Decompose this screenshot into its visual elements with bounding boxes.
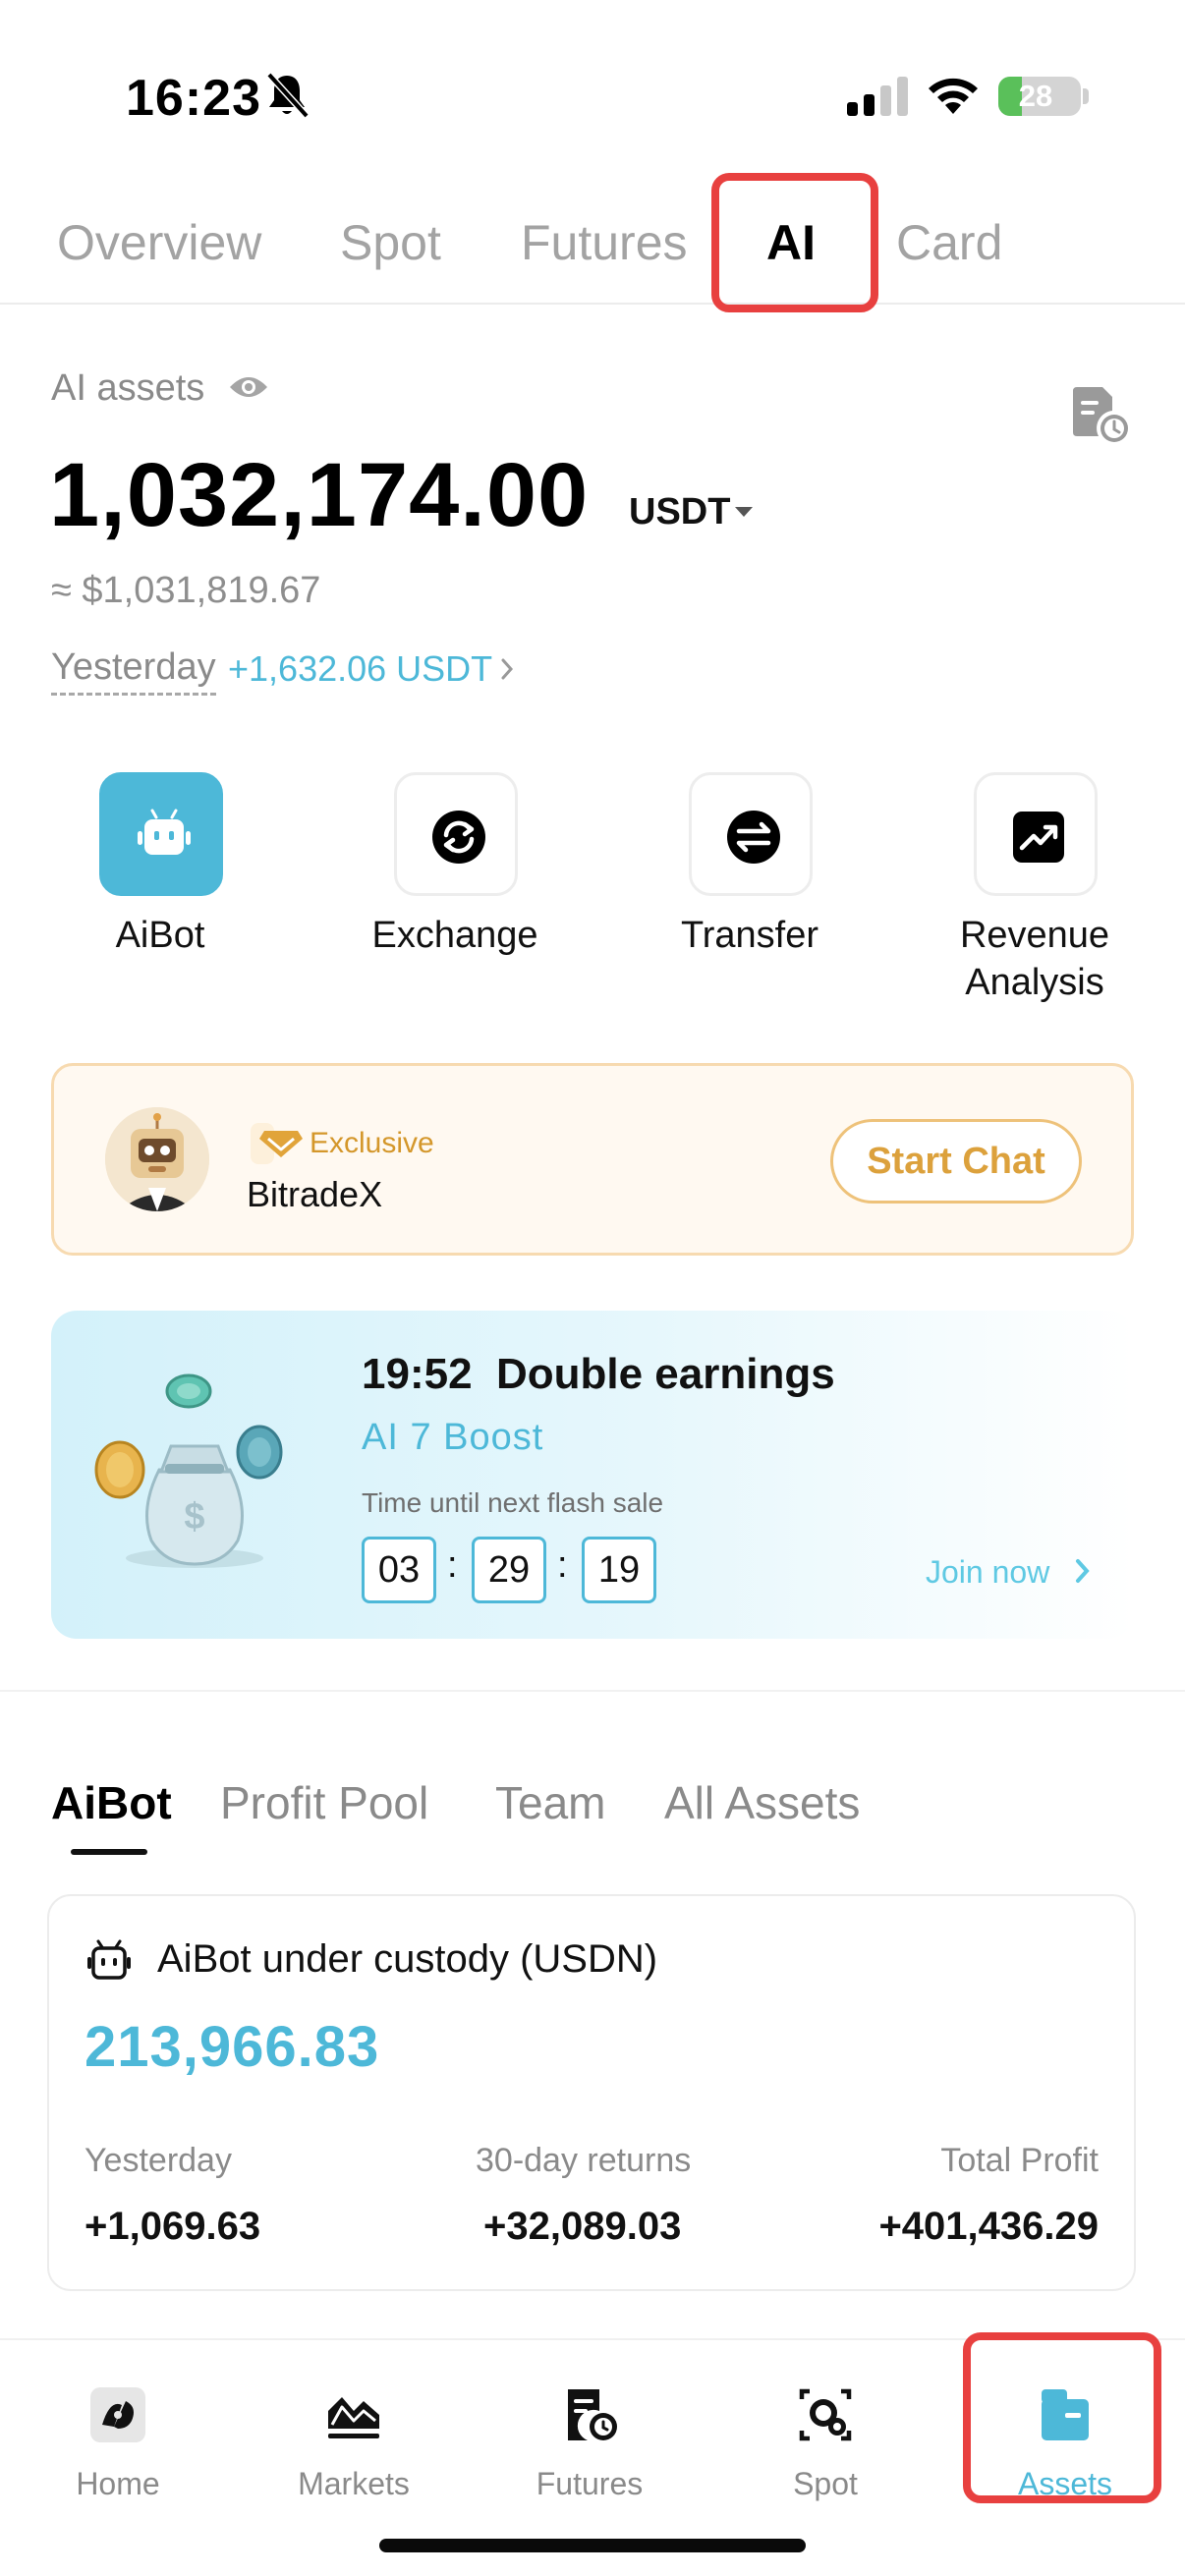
transfer-icon xyxy=(689,772,813,896)
aibot-custody-card[interactable]: AiBot under custody (USDN) 213,966.83 Ye… xyxy=(47,1894,1136,2291)
caret-down-icon[interactable] xyxy=(733,505,755,519)
home-icon xyxy=(90,2387,145,2442)
action-exchange[interactable]: Exchange xyxy=(337,772,573,1018)
tab-futures[interactable]: Futures xyxy=(521,214,688,271)
timer-separator: : xyxy=(557,1544,568,1586)
custody-title: AiBot under custody (USDN) xyxy=(157,1937,658,1981)
action-revenue-label: Revenue Analysis xyxy=(959,915,1110,1003)
tab-profit-pool[interactable]: Profit Pool xyxy=(220,1776,428,1829)
yesterday-change[interactable]: +1,632.06 USDT xyxy=(228,648,492,690)
timer-seconds: 19 xyxy=(582,1537,656,1603)
tab-all-assets[interactable]: All Assets xyxy=(664,1776,860,1829)
exclusive-badge-text: Exclusive xyxy=(310,1127,434,1159)
highlight-tab-ai xyxy=(711,173,878,312)
action-aibot[interactable]: AiBot xyxy=(42,772,278,1018)
section-divider xyxy=(0,1690,1185,1692)
battery-level: 28 xyxy=(1018,79,1053,113)
timer-separator: : xyxy=(447,1544,458,1586)
eye-icon[interactable] xyxy=(228,373,269,401)
tab-aibot[interactable]: AiBot xyxy=(51,1776,172,1829)
active-tab-indicator xyxy=(71,1849,147,1855)
tab-overview[interactable]: Overview xyxy=(57,214,261,271)
diamond-icon xyxy=(259,1131,303,1157)
nav-spot-label: Spot xyxy=(793,2466,858,2501)
robot-icon xyxy=(87,1939,131,1980)
boost-title: 19:52 Double earnings xyxy=(362,1350,835,1398)
action-aibot-label: AiBot xyxy=(115,915,205,956)
boost-promo-card[interactable]: $ 19:52 Double earnings AI 7 Boost Time … xyxy=(51,1311,1134,1639)
assets-total-value: 1,032,174.00 xyxy=(49,445,590,545)
chevron-right-icon[interactable] xyxy=(1073,1556,1093,1586)
nav-home[interactable]: Home xyxy=(20,2364,216,2511)
futures-icon xyxy=(568,2389,617,2440)
boost-subtitle: AI 7 Boost xyxy=(362,1417,544,1458)
battery-indicator: 28 xyxy=(998,77,1081,116)
top-tabs: Overview Spot Futures AI Card xyxy=(0,177,1185,305)
action-exchange-label: Exchange xyxy=(371,915,538,956)
action-transfer-label: Transfer xyxy=(680,915,819,956)
action-transfer[interactable]: Transfer xyxy=(632,772,868,1018)
stat-yesterday-label: Yesterday xyxy=(85,2142,232,2179)
tab-spot[interactable]: Spot xyxy=(340,214,441,271)
assets-label: AI assets xyxy=(51,367,205,409)
svg-text:$: $ xyxy=(184,1496,204,1538)
wifi-icon xyxy=(929,78,978,114)
timer-hours: 03 xyxy=(362,1537,436,1603)
assets-usd-value: ≈ $1,031,819.67 xyxy=(51,570,321,611)
exchange-icon xyxy=(394,772,518,896)
custody-value: 213,966.83 xyxy=(85,2015,380,2079)
chevron-right-icon[interactable] xyxy=(499,656,515,682)
nav-markets[interactable]: Markets xyxy=(255,2364,452,2511)
action-revenue-analysis[interactable]: Revenue Analysis xyxy=(917,772,1153,1018)
start-chat-button[interactable]: Start Chat xyxy=(830,1119,1082,1204)
robot-icon xyxy=(99,772,223,896)
status-time: 16:23 xyxy=(126,70,261,127)
assets-unit-selector[interactable]: USDT xyxy=(629,491,730,533)
stat-30day-label: 30-day returns xyxy=(476,2142,692,2179)
nav-futures-label: Futures xyxy=(536,2466,644,2501)
history-icon[interactable] xyxy=(1069,385,1130,446)
flash-sale-hint: Time until next flash sale xyxy=(362,1487,664,1518)
highlight-nav-assets xyxy=(963,2332,1161,2503)
nav-spot[interactable]: Spot xyxy=(727,2364,924,2511)
status-bar: 16:23 28 xyxy=(0,0,1185,167)
stat-yesterday-value: +1,069.63 xyxy=(85,2205,261,2248)
advisor-name: BitradeX xyxy=(247,1174,383,1214)
yesterday-label[interactable]: Yesterday xyxy=(51,646,216,696)
nav-futures[interactable]: Futures xyxy=(491,2364,688,2511)
battery-tip xyxy=(1083,88,1089,104)
spot-icon xyxy=(799,2388,852,2441)
stat-total-profit-label: Total Profit xyxy=(940,2142,1099,2179)
advisor-avatar xyxy=(105,1107,209,1211)
bell-muted-icon xyxy=(266,72,310,119)
signal-icon xyxy=(847,77,908,116)
exclusive-chat-card: Exclusive BitradeX Start Chat xyxy=(51,1063,1134,1256)
nav-home-label: Home xyxy=(76,2466,160,2501)
tab-card[interactable]: Card xyxy=(896,214,1002,271)
stat-30day-value: +32,089.03 xyxy=(483,2205,682,2248)
stat-total-profit-value: +401,436.29 xyxy=(878,2205,1099,2248)
chart-trend-icon xyxy=(974,772,1098,896)
home-indicator xyxy=(379,2539,806,2552)
tab-team[interactable]: Team xyxy=(495,1776,605,1829)
join-now-link[interactable]: Join now xyxy=(926,1554,1049,1591)
exclusive-badge: Exclusive xyxy=(251,1123,434,1164)
nav-markets-label: Markets xyxy=(298,2466,410,2501)
timer-minutes: 29 xyxy=(472,1537,546,1603)
money-bag-icon: $ xyxy=(94,1373,283,1568)
markets-icon xyxy=(328,2397,379,2438)
